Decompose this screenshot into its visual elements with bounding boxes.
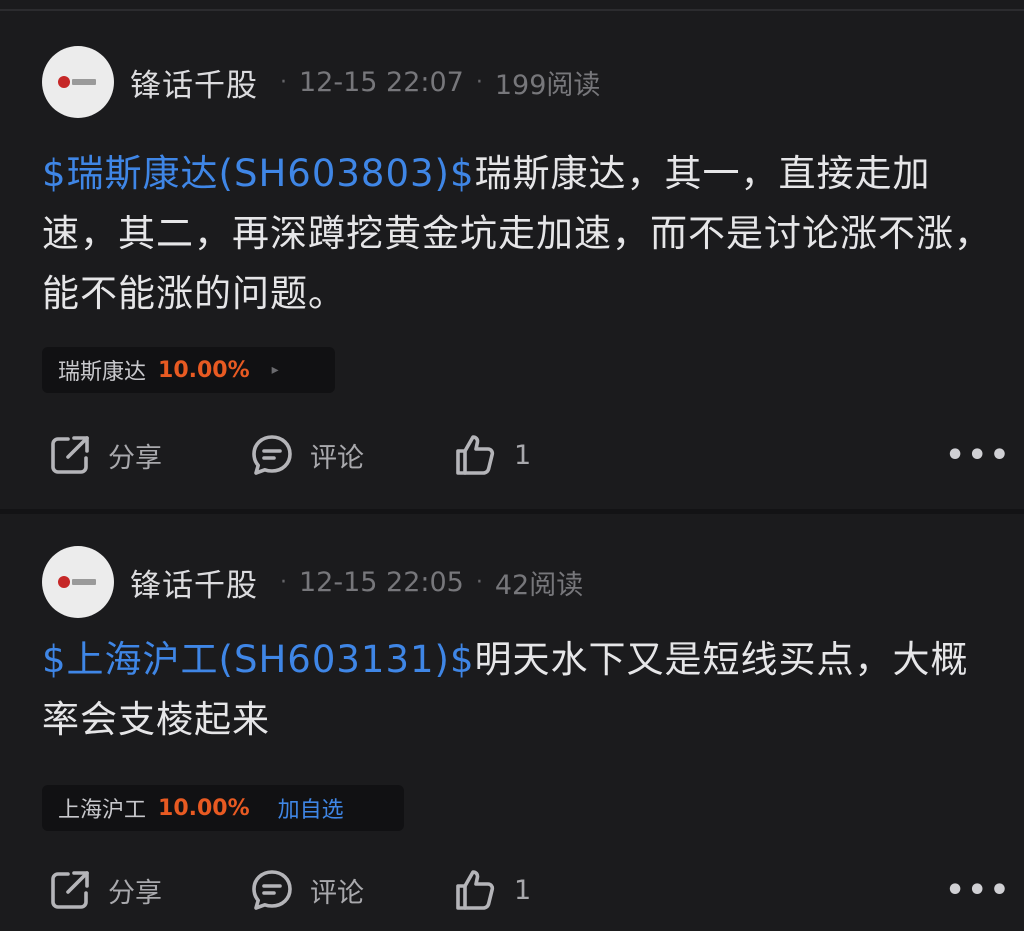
comment-button[interactable]: 评论: [248, 866, 364, 914]
like-button[interactable]: 1: [452, 431, 531, 479]
more-button[interactable]: •••: [945, 873, 1012, 908]
like-count: 1: [514, 874, 532, 906]
stock-ticker-link[interactable]: $上海沪工(SH603131)$: [42, 638, 475, 681]
post-actions: 分享 评论 1 •••: [42, 865, 1012, 915]
post-header: 锋话千股 · 12-15 22:07 · 199阅读: [42, 46, 600, 118]
share-label: 分享: [108, 877, 162, 909]
stock-chip[interactable]: 瑞斯康达 10.00% ▸: [42, 347, 335, 393]
post-card[interactable]: 锋话千股 · 12-15 22:07 · 199阅读 $瑞斯康达(SH60380…: [0, 14, 1024, 510]
share-button[interactable]: 分享: [46, 431, 162, 479]
post-meta: · 12-15 22:05 · 42阅读: [268, 563, 583, 602]
meta-separator: ·: [280, 69, 287, 95]
post-header: 锋话千股 · 12-15 22:05 · 42阅读: [42, 546, 583, 618]
share-icon: [51, 436, 89, 474]
top-divider: [0, 9, 1024, 11]
comment-icon: [252, 870, 292, 910]
post-content[interactable]: $上海沪工(SH603131)$明天水下又是短线买点，大概率会支棱起来: [42, 630, 992, 750]
thumbs-up-icon: [456, 435, 495, 475]
avatar[interactable]: [42, 546, 114, 618]
meta-separator: ·: [475, 69, 483, 95]
read-count: 42阅读: [494, 569, 584, 601]
comment-icon: [252, 435, 292, 475]
comment-label: 评论: [310, 877, 364, 909]
post-content[interactable]: $瑞斯康达(SH603803)$瑞斯康达，其一，直接走加速，其二，再深蹲挖黄金坑…: [42, 144, 992, 324]
chevron-right-icon: ▸: [271, 362, 279, 378]
share-icon: [51, 871, 89, 909]
stock-chip-change: 10.00%: [158, 795, 250, 821]
thumbs-up-icon: [456, 870, 495, 910]
stock-chip-name: 瑞斯康达: [58, 360, 147, 385]
more-icon: •••: [945, 437, 1012, 473]
like-button[interactable]: 1: [452, 866, 531, 914]
share-label: 分享: [108, 442, 162, 474]
more-icon: •••: [945, 872, 1012, 908]
stock-chip[interactable]: 上海沪工 10.00% 加自选: [42, 785, 404, 831]
read-count: 199阅读: [494, 69, 601, 101]
comment-button[interactable]: 评论: [248, 431, 364, 479]
post-time: 12-15 22:05: [299, 566, 464, 598]
stock-chip-name: 上海沪工: [58, 798, 147, 823]
avatar-logo-icon: [58, 576, 96, 588]
meta-separator: ·: [280, 569, 287, 595]
author-name[interactable]: 锋话千股: [130, 560, 258, 605]
comment-label: 评论: [310, 442, 364, 474]
more-button[interactable]: •••: [945, 438, 1012, 473]
post-actions: 分享 评论 1 •••: [42, 430, 1012, 480]
stock-ticker-link[interactable]: $瑞斯康达(SH603803)$: [42, 152, 475, 195]
stock-chip-change: 10.00%: [158, 357, 250, 383]
post-time: 12-15 22:07: [299, 66, 464, 98]
like-count: 1: [514, 439, 532, 471]
avatar-logo-icon: [58, 76, 96, 88]
post-meta: · 12-15 22:07 · 199阅读: [268, 63, 600, 102]
author-name[interactable]: 锋话千股: [130, 60, 258, 105]
add-watchlist-button[interactable]: 加自选: [278, 792, 344, 824]
meta-separator: ·: [475, 569, 483, 595]
avatar[interactable]: [42, 46, 114, 118]
post-card[interactable]: 锋话千股 · 12-15 22:05 · 42阅读 $上海沪工(SH603131…: [0, 514, 1024, 931]
share-button[interactable]: 分享: [46, 866, 162, 914]
